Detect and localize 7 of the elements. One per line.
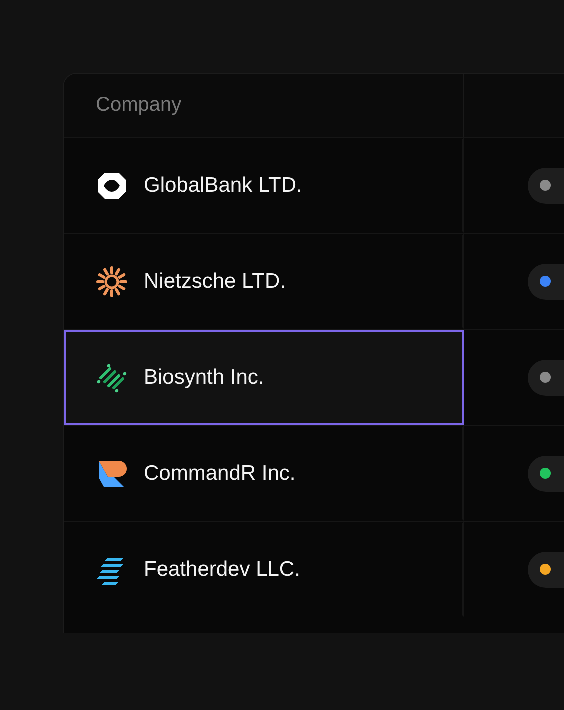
sunburst-logo-icon (96, 266, 128, 298)
stripes-logo-icon (96, 362, 128, 394)
company-cell[interactable]: CommandR Inc. (64, 426, 464, 521)
column-header: Company (96, 94, 182, 117)
company-cell[interactable]: Biosynth Inc. (64, 330, 464, 425)
company-cell[interactable]: GlobalBank LTD. (64, 138, 464, 233)
company-cell[interactable]: Featherdev LLC. (64, 522, 464, 617)
